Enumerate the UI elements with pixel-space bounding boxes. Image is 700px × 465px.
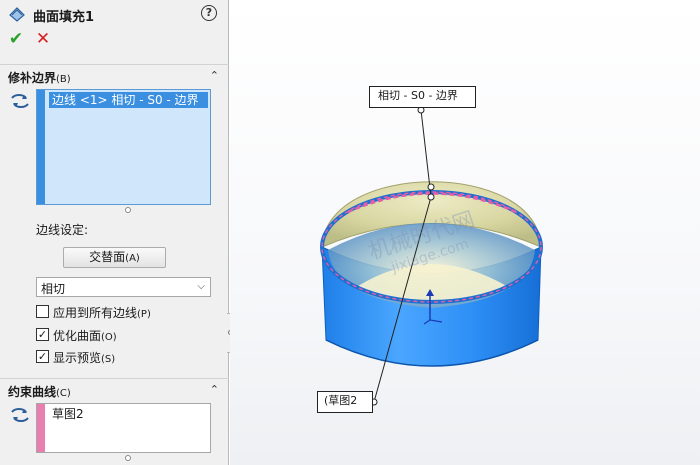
sketch-callout[interactable]: (草图2: [317, 391, 373, 413]
leader-anchor: [427, 193, 435, 201]
listbox-resize-handle[interactable]: [125, 207, 131, 213]
patch-boundary-header[interactable]: 修补边界(B) ⌃: [0, 64, 229, 86]
selection-arrows-icon: [11, 408, 29, 422]
property-manager-panel: 曲面填充1 ? ✔ ✕ 修补边界(B) ⌃ 边线 <1> 相切 - S0 - 边…: [0, 0, 229, 465]
constraint-curves-header[interactable]: 约束曲线(C) ⌃: [0, 378, 229, 400]
listbox-color-strip: [37, 404, 45, 452]
boundary-edge-item[interactable]: 边线 <1> 相切 - S0 - 边界: [49, 92, 208, 108]
ok-button[interactable]: ✔: [7, 30, 25, 48]
constraint-curve-item[interactable]: 草图2: [49, 406, 208, 422]
edge-condition-callout[interactable]: 相切 - S0 - 边界: [369, 86, 476, 108]
checkbox-box[interactable]: ✓: [36, 350, 49, 363]
edge-condition-value: 相切: [41, 282, 66, 296]
listbox-color-strip: [37, 90, 45, 204]
collapse-icon[interactable]: ⌃: [210, 383, 219, 396]
feature-title: 曲面填充1: [33, 10, 95, 25]
graphics-viewport[interactable]: 机械时代网 jixiage.com 相切 - S0 - 边界 (草图2: [230, 0, 700, 465]
edge-condition-select[interactable]: 相切 ⌵: [36, 277, 211, 297]
edge-settings-label: 边线设定:: [36, 223, 89, 237]
constraint-curve-listbox[interactable]: 草图2: [36, 403, 211, 453]
chevron-down-icon: ⌵: [197, 281, 205, 292]
alternate-face-button[interactable]: 交替面(A): [63, 247, 166, 268]
selection-arrows-icon: [11, 94, 29, 108]
cancel-button[interactable]: ✕: [34, 30, 52, 48]
feature-title-bar: 曲面填充1 ?: [0, 0, 229, 28]
leader-anchor: [427, 183, 435, 191]
constraint-curves-title: 约束曲线(C): [8, 385, 71, 399]
patch-boundary-title: 修补边界(B): [8, 71, 71, 85]
boundary-edge-listbox[interactable]: 边线 <1> 相切 - S0 - 边界: [36, 89, 211, 205]
surface-fill-icon: [9, 7, 25, 22]
listbox-resize-handle[interactable]: [125, 455, 131, 461]
help-icon[interactable]: ?: [201, 5, 217, 21]
checkbox-box[interactable]: [36, 305, 49, 318]
collapse-icon[interactable]: ⌃: [210, 69, 219, 82]
checkbox-box[interactable]: ✓: [36, 328, 49, 341]
